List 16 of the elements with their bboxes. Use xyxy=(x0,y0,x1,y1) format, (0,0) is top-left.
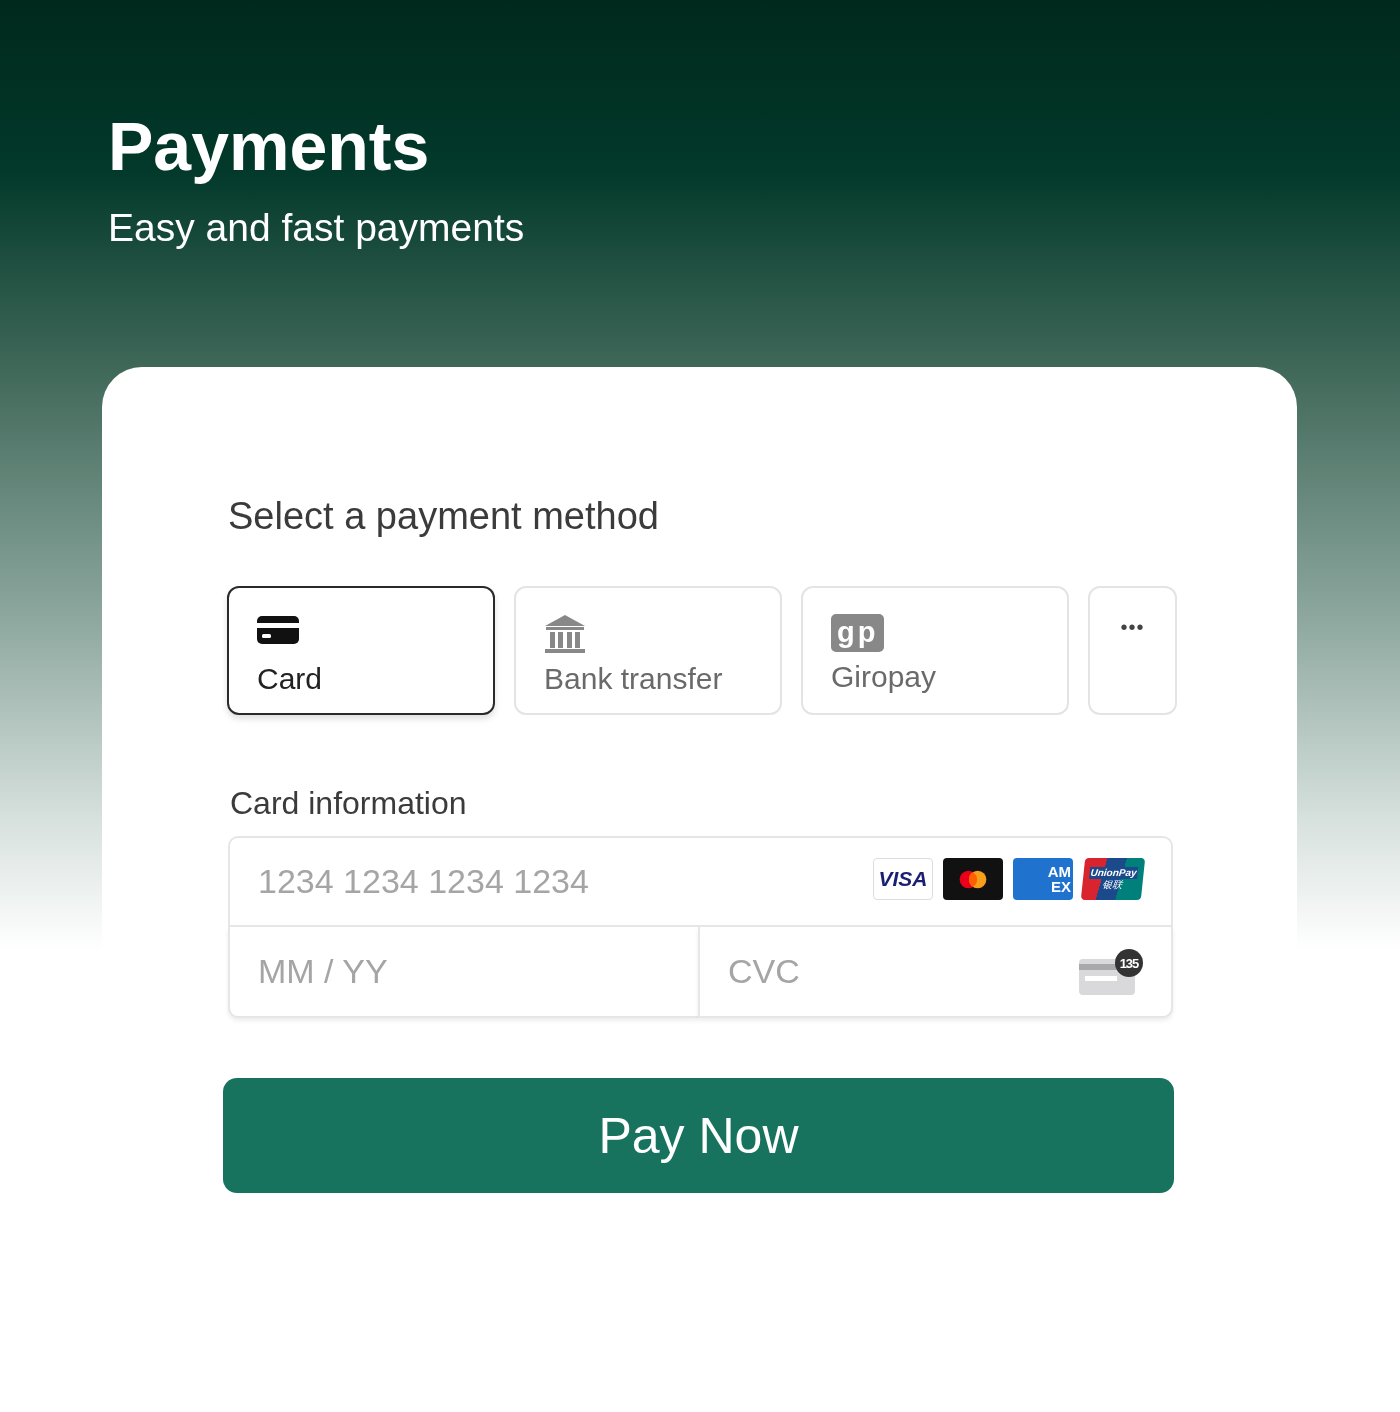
more-options-tab[interactable]: ••• xyxy=(1088,586,1177,715)
mastercard-logo xyxy=(943,858,1003,900)
unionpay-logo: UnionPay 银联 xyxy=(1080,858,1146,900)
section-heading: Select a payment method xyxy=(228,495,659,538)
expiry-field[interactable]: MM / YY xyxy=(228,927,698,1018)
pay-now-button[interactable]: Pay Now xyxy=(223,1078,1174,1193)
payment-method-tab[interactable]: gp Giropay xyxy=(801,586,1069,715)
visa-logo: VISA xyxy=(873,858,933,900)
page-title: Payments xyxy=(108,108,430,184)
payment-method-tab[interactable]: Bank transfer xyxy=(514,586,782,715)
amex-logo: AM EX xyxy=(1013,858,1073,900)
page-subtitle: Easy and fast payments xyxy=(108,206,525,250)
payment-method-tab[interactable]: Card xyxy=(227,586,495,715)
field-label: Card information xyxy=(230,785,467,822)
bank-icon xyxy=(544,614,586,654)
giropay-logo-icon: gp xyxy=(831,614,885,652)
